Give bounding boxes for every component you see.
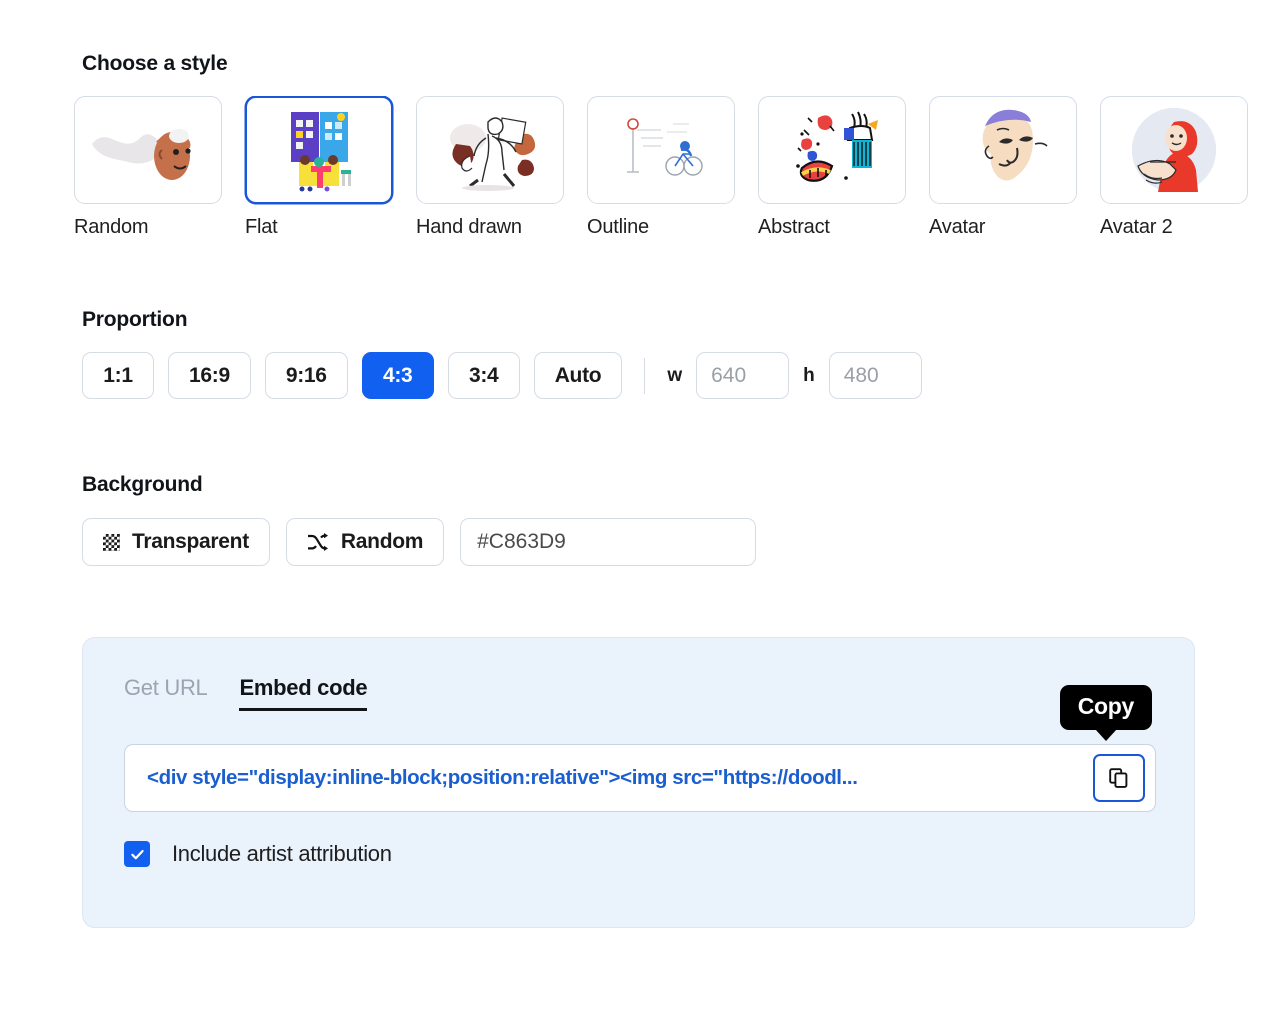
style-carousel-track: Random Flat Hand drawn Outline Abstract … <box>74 96 1248 239</box>
style-label-outline: Outline <box>587 216 649 238</box>
attribution-checkbox[interactable] <box>124 841 150 867</box>
copy-tooltip: Copy <box>1059 685 1152 730</box>
copy-icon <box>1109 768 1128 788</box>
copy-button[interactable] <box>1093 754 1145 802</box>
style-label-avatar: Avatar <box>929 216 986 238</box>
style-thumb-hand-drawn[interactable] <box>416 96 564 204</box>
style-label-hand-drawn: Hand drawn <box>416 216 522 238</box>
proportion-option-9-16[interactable]: 9:16 <box>264 352 348 399</box>
background-section-title: Background <box>82 473 203 496</box>
style-label-abstract: Abstract <box>758 216 830 238</box>
avatar-2-illustration-icon <box>1132 108 1216 192</box>
random-color-button[interactable]: Random <box>285 518 445 566</box>
style-label-flat: Flat <box>245 216 278 238</box>
transparent-label: Transparent <box>132 530 249 553</box>
attribution-row[interactable]: Include artist attribution <box>124 841 392 867</box>
style-section-title: Choose a style <box>82 52 228 75</box>
style-thumb-avatar-2[interactable] <box>1100 96 1248 204</box>
checkmark-icon <box>130 849 144 859</box>
embed-code-field[interactable]: <div style="display:inline-block;positio… <box>124 744 1156 812</box>
doodle-generator-options: Choose a style Random Flat Hand drawn Ou… <box>0 0 1280 1024</box>
proportion-section-title: Proportion <box>82 308 188 331</box>
proportion-option-1-1[interactable]: 1:1 <box>82 352 154 399</box>
height-input[interactable] <box>828 352 922 399</box>
proportion-option-16-9[interactable]: 16:9 <box>168 352 251 399</box>
proportion-options-row: 1:1 16:9 9:16 4:3 3:4 Auto w h <box>82 352 922 399</box>
embed-code-text[interactable]: <div style="display:inline-block;positio… <box>147 766 1093 790</box>
style-card-avatar-2[interactable]: Avatar 2 <box>1100 96 1248 239</box>
avatar-illustration-icon <box>982 109 1048 181</box>
style-card-random[interactable]: Random <box>74 96 222 239</box>
style-label-random: Random <box>74 216 149 238</box>
tab-get-url[interactable]: Get URL <box>124 675 208 711</box>
style-thumb-flat[interactable] <box>245 96 393 204</box>
proportion-option-3-4[interactable]: 3:4 <box>447 352 520 399</box>
transparent-button[interactable]: Transparent <box>82 518 270 566</box>
proportion-section: Proportion 1:1 16:9 9:16 4:3 3:4 Auto w … <box>82 308 922 399</box>
random-illustration-icon <box>92 129 191 180</box>
attribution-label: Include artist attribution <box>172 841 392 866</box>
proportion-divider <box>644 357 646 394</box>
hand-drawn-illustration-icon <box>450 117 536 191</box>
style-label-avatar-2: Avatar 2 <box>1100 216 1173 238</box>
style-card-outline[interactable]: Outline <box>587 96 735 239</box>
flat-illustration-icon <box>291 112 351 192</box>
height-label: h <box>803 364 815 386</box>
style-thumb-random[interactable] <box>74 96 222 204</box>
share-tabs: Get URL Embed code <box>124 675 368 711</box>
style-thumb-outline[interactable] <box>587 96 735 204</box>
style-thumb-abstract[interactable] <box>758 96 906 204</box>
checkerboard-icon <box>103 533 120 551</box>
random-label: Random <box>340 530 424 553</box>
outline-illustration-icon <box>627 118 703 176</box>
tab-embed-code[interactable]: Embed code <box>239 675 368 711</box>
background-section: Background Transparent Random <box>82 473 757 566</box>
style-card-hand-drawn[interactable]: Hand drawn <box>416 96 564 239</box>
style-card-flat[interactable]: Flat <box>245 96 393 239</box>
embed-field-wrapper: <div style="display:inline-block;positio… <box>124 744 1156 812</box>
width-label: w <box>667 364 683 386</box>
width-input[interactable] <box>696 352 790 399</box>
style-section: Choose a style Random Flat Hand drawn Ou… <box>0 52 1280 246</box>
style-carousel[interactable]: Random Flat Hand drawn Outline Abstract … <box>0 96 1280 246</box>
proportion-option-auto[interactable]: Auto <box>533 352 623 399</box>
style-card-abstract[interactable]: Abstract <box>758 96 906 239</box>
shuffle-icon <box>307 533 328 551</box>
share-panel: Get URL Embed code Copy <div style="disp… <box>82 637 1195 928</box>
background-options-row: Transparent Random <box>82 518 757 566</box>
hex-color-input[interactable] <box>460 518 757 566</box>
proportion-option-4-3[interactable]: 4:3 <box>361 352 434 399</box>
style-thumb-avatar[interactable] <box>929 96 1077 204</box>
abstract-illustration-icon <box>796 111 878 182</box>
style-card-avatar[interactable]: Avatar <box>929 96 1077 239</box>
